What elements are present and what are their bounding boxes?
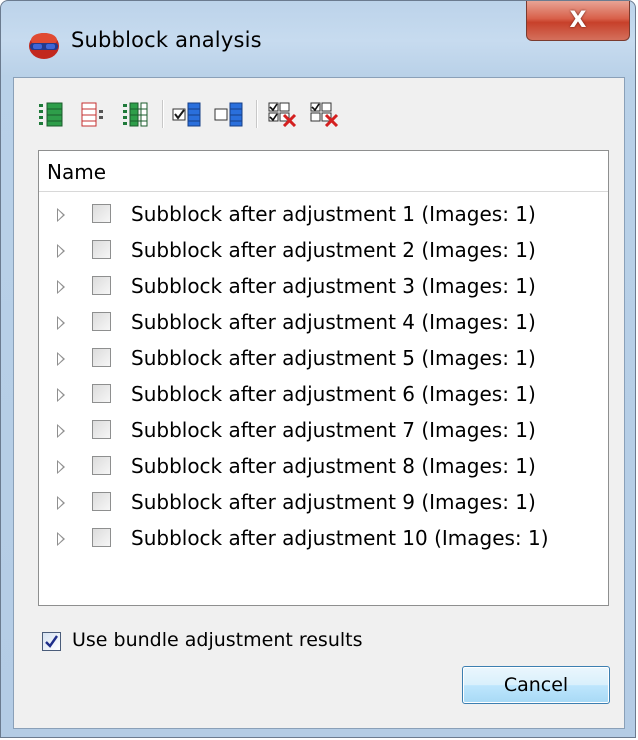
expand-all-icon [39, 102, 63, 127]
expand-arrow-icon[interactable] [57, 424, 65, 438]
close-button[interactable]: X [526, 1, 630, 41]
collapse-all-icon [81, 102, 103, 127]
tree-row[interactable]: Subblock after adjustment 2 (Images: 1) [39, 233, 608, 269]
toolbar-separator [162, 100, 164, 128]
app-logo-icon [29, 33, 59, 59]
row-checkbox[interactable] [92, 240, 111, 259]
expand-arrow-icon[interactable] [57, 460, 65, 474]
tree-row[interactable]: Subblock after adjustment 7 (Images: 1) [39, 413, 608, 449]
row-checkbox[interactable] [92, 348, 111, 367]
row-checkbox[interactable] [92, 420, 111, 439]
row-label: Subblock after adjustment 7 (Images: 1) [131, 418, 536, 442]
row-checkbox[interactable] [92, 492, 111, 511]
tree-row[interactable]: Subblock after adjustment 8 (Images: 1) [39, 449, 608, 485]
subblock-tree[interactable]: Name Subblock after adjustment 1 (Images… [38, 150, 609, 606]
dialog-window: Subblock analysis X Name Subblock after … [0, 0, 636, 738]
row-label: Subblock after adjustment 1 (Images: 1) [131, 202, 536, 226]
uncheck-all-button[interactable] [212, 98, 246, 130]
expand-arrow-icon[interactable] [57, 280, 65, 294]
toolbar-separator [256, 100, 258, 128]
tree-row[interactable]: Subblock after adjustment 10 (Images: 1) [39, 521, 608, 557]
tree-row[interactable]: Subblock after adjustment 6 (Images: 1) [39, 377, 608, 413]
column-header-label: Name [47, 160, 107, 184]
use-bundle-label: Use bundle adjustment results [72, 629, 363, 651]
dialog-body: Name Subblock after adjustment 1 (Images… [13, 77, 625, 729]
row-checkbox[interactable] [92, 528, 111, 547]
row-checkbox[interactable] [92, 276, 111, 295]
check-selected-x-icon [268, 102, 297, 127]
tree-row[interactable]: Subblock after adjustment 4 (Images: 1) [39, 305, 608, 341]
expand-tree-button[interactable] [118, 98, 152, 130]
row-label: Subblock after adjustment 8 (Images: 1) [131, 454, 536, 478]
toolbar [34, 88, 614, 138]
row-label: Subblock after adjustment 10 (Images: 1) [131, 526, 549, 550]
tree-row[interactable]: Subblock after adjustment 3 (Images: 1) [39, 269, 608, 305]
expand-arrow-icon[interactable] [57, 316, 65, 330]
row-checkbox[interactable] [92, 384, 111, 403]
expand-tree-icon [123, 102, 148, 127]
tree-row[interactable]: Subblock after adjustment 5 (Images: 1) [39, 341, 608, 377]
window-title: Subblock analysis [71, 28, 262, 52]
row-label: Subblock after adjustment 6 (Images: 1) [131, 382, 536, 406]
expand-arrow-icon[interactable] [57, 244, 65, 258]
expand-arrow-icon[interactable] [57, 532, 65, 546]
checkmark-icon [45, 635, 58, 648]
title-bar[interactable]: Subblock analysis X [1, 1, 635, 77]
uncheck-all-icon [214, 102, 243, 127]
uncheck-selected-button[interactable] [308, 98, 342, 130]
row-checkbox[interactable] [92, 456, 111, 475]
use-bundle-checkbox[interactable] [42, 632, 61, 651]
tree-row[interactable]: Subblock after adjustment 9 (Images: 1) [39, 485, 608, 521]
row-label: Subblock after adjustment 3 (Images: 1) [131, 274, 536, 298]
use-bundle-option[interactable]: Use bundle adjustment results [42, 626, 442, 656]
cancel-button[interactable]: Cancel [462, 666, 610, 704]
row-label: Subblock after adjustment 2 (Images: 1) [131, 238, 536, 262]
row-label: Subblock after adjustment 9 (Images: 1) [131, 490, 536, 514]
expand-arrow-icon[interactable] [57, 496, 65, 510]
row-checkbox[interactable] [92, 312, 111, 331]
uncheck-selected-x-icon [310, 102, 339, 127]
expand-arrow-icon[interactable] [57, 388, 65, 402]
tree-row[interactable]: Subblock after adjustment 1 (Images: 1) [39, 197, 608, 233]
check-selected-button[interactable] [266, 98, 300, 130]
expand-all-button[interactable] [34, 98, 68, 130]
expand-arrow-icon[interactable] [57, 352, 65, 366]
row-label: Subblock after adjustment 4 (Images: 1) [131, 310, 536, 334]
row-label: Subblock after adjustment 5 (Images: 1) [131, 346, 536, 370]
close-icon: X [569, 7, 587, 33]
column-header-name[interactable]: Name [39, 151, 608, 192]
check-all-button[interactable] [170, 98, 204, 130]
check-all-icon [172, 102, 201, 127]
expand-arrow-icon[interactable] [57, 208, 65, 222]
row-checkbox[interactable] [92, 204, 111, 223]
collapse-all-button[interactable] [76, 98, 110, 130]
